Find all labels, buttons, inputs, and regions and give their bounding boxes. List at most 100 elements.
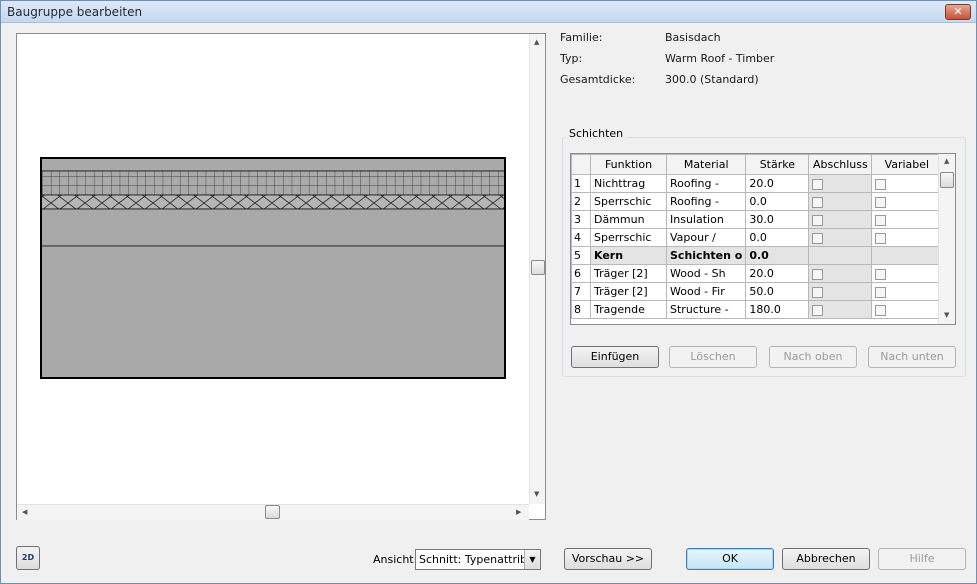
col-staerke-header[interactable]: Stärke (745, 154, 810, 175)
view-select[interactable]: Schnitt: Typenattribu ▼ (415, 549, 541, 570)
col-material-header[interactable]: Material (665, 154, 747, 175)
cell-abschluss[interactable] (808, 282, 873, 301)
cell-material[interactable]: Roofing - (665, 192, 747, 211)
preview-vertical-scrollbar[interactable]: ▲ ▼ (529, 34, 545, 504)
abschluss-checkbox[interactable] (812, 286, 824, 298)
row-number[interactable]: 1 (571, 174, 591, 193)
cell-staerke[interactable]: 20.0 (745, 264, 810, 283)
help-button[interactable]: Hilfe (878, 548, 966, 570)
table-row[interactable]: 2 Sperrschic Roofing - 0.0 (571, 192, 943, 211)
family-label: Familie: (560, 31, 603, 44)
layers-table[interactable]: Funktion Material Stärke Abschluss Varia… (570, 153, 956, 325)
col-abschluss-header[interactable]: Abschluss (808, 154, 873, 175)
variabel-checkbox[interactable] (875, 178, 887, 190)
table-row[interactable]: 3 Dämmun Insulation 30.0 (571, 210, 943, 229)
row-number[interactable]: 4 (571, 228, 591, 247)
cell-material[interactable]: Wood - Fir (665, 282, 747, 301)
cell-funktion[interactable]: Kern (590, 246, 667, 265)
cell-abschluss[interactable] (808, 228, 873, 247)
chevron-down-icon[interactable]: ▼ (524, 550, 540, 569)
cell-funktion[interactable]: Tragende (590, 300, 667, 319)
cell-variabel[interactable] (871, 192, 943, 211)
cell-funktion[interactable]: Sperrschic (590, 192, 667, 211)
cell-variabel[interactable] (871, 210, 943, 229)
table-scroll-thumb[interactable] (940, 172, 954, 188)
scroll-down-icon[interactable]: ▼ (944, 311, 949, 319)
abschluss-checkbox[interactable] (812, 268, 824, 280)
horizontal-scroll-thumb[interactable] (265, 505, 280, 519)
variabel-checkbox[interactable] (875, 286, 887, 298)
cell-variabel[interactable] (871, 264, 943, 283)
table-row-kern[interactable]: 5 Kern Schichten o 0.0 (571, 246, 943, 265)
cell-abschluss[interactable] (808, 264, 873, 283)
scroll-left-icon[interactable]: ◀ (22, 508, 27, 516)
variabel-checkbox[interactable] (875, 214, 887, 226)
scroll-down-icon[interactable]: ▼ (534, 490, 539, 498)
cell-funktion[interactable]: Nichttrag (590, 174, 667, 193)
cell-material[interactable]: Roofing - (665, 174, 747, 193)
preview-toggle-button[interactable]: Vorschau >> (564, 548, 652, 570)
cell-variabel[interactable] (871, 282, 943, 301)
col-funktion-header[interactable]: Funktion (590, 154, 667, 175)
layers-table-scrollbar[interactable]: ▲ ▼ (938, 154, 955, 324)
cell-material[interactable]: Structure - (665, 300, 747, 319)
cell-abschluss[interactable] (808, 300, 873, 319)
move-down-button[interactable]: Nach unten (868, 346, 956, 368)
cell-staerke[interactable]: 30.0 (745, 210, 810, 229)
cell-variabel[interactable] (871, 174, 943, 193)
abschluss-checkbox[interactable] (812, 196, 824, 208)
row-number[interactable]: 8 (571, 300, 591, 319)
close-button[interactable]: ✕ (945, 4, 971, 20)
cell-abschluss[interactable] (808, 210, 873, 229)
table-row[interactable]: 8 Tragende Structure - 180.0 (571, 300, 943, 319)
cell-staerke[interactable]: 20.0 (745, 174, 810, 193)
insert-button[interactable]: Einfügen (571, 346, 659, 368)
abschluss-checkbox[interactable] (812, 178, 824, 190)
scroll-up-icon[interactable]: ▲ (944, 157, 949, 165)
cell-funktion[interactable]: Dämmun (590, 210, 667, 229)
vertical-scroll-thumb[interactable] (531, 260, 545, 275)
cell-material[interactable]: Insulation (665, 210, 747, 229)
variabel-checkbox[interactable] (875, 268, 887, 280)
ok-button[interactable]: OK (686, 548, 774, 570)
layer-roofing-top (40, 157, 506, 172)
preview-horizontal-scrollbar[interactable]: ◀ ▶ (17, 504, 529, 520)
cell-funktion[interactable]: Träger [2] (590, 264, 667, 283)
view-2d-icon[interactable]: 2D (16, 546, 40, 570)
table-row[interactable]: 1 Nichttrag Roofing - 20.0 (571, 174, 943, 193)
abschluss-checkbox[interactable] (812, 232, 824, 244)
col-variabel-header[interactable]: Variabel (871, 154, 943, 175)
cell-funktion[interactable]: Sperrschic (590, 228, 667, 247)
abschluss-checkbox[interactable] (812, 304, 824, 316)
move-up-button[interactable]: Nach oben (769, 346, 857, 368)
cell-abschluss[interactable] (808, 192, 873, 211)
scroll-up-icon[interactable]: ▲ (534, 38, 539, 46)
table-row[interactable]: 7 Träger [2] Wood - Fir 50.0 (571, 282, 943, 301)
cancel-button[interactable]: Abbrechen (782, 548, 870, 570)
cell-staerke[interactable]: 0.0 (745, 246, 810, 265)
cell-material[interactable]: Schichten o (665, 246, 747, 265)
cell-staerke[interactable]: 50.0 (745, 282, 810, 301)
delete-button[interactable]: Löschen (669, 346, 757, 368)
row-number[interactable]: 6 (571, 264, 591, 283)
variabel-checkbox[interactable] (875, 232, 887, 244)
cell-material[interactable]: Wood - Sh (665, 264, 747, 283)
table-row[interactable]: 4 Sperrschic Vapour / 0.0 (571, 228, 943, 247)
table-row[interactable]: 6 Träger [2] Wood - Sh 20.0 (571, 264, 943, 283)
cell-staerke[interactable]: 180.0 (745, 300, 810, 319)
cell-variabel[interactable] (871, 300, 943, 319)
cell-abschluss[interactable] (808, 174, 873, 193)
row-number[interactable]: 2 (571, 192, 591, 211)
cell-staerke[interactable]: 0.0 (745, 192, 810, 211)
cell-variabel[interactable] (871, 228, 943, 247)
cell-material[interactable]: Vapour / (665, 228, 747, 247)
cell-funktion[interactable]: Träger [2] (590, 282, 667, 301)
row-number[interactable]: 5 (571, 246, 591, 265)
row-number[interactable]: 7 (571, 282, 591, 301)
abschluss-checkbox[interactable] (812, 214, 824, 226)
variabel-checkbox[interactable] (875, 196, 887, 208)
scroll-right-icon[interactable]: ▶ (516, 508, 521, 516)
variabel-checkbox[interactable] (875, 304, 887, 316)
cell-staerke[interactable]: 0.0 (745, 228, 810, 247)
row-number[interactable]: 3 (571, 210, 591, 229)
